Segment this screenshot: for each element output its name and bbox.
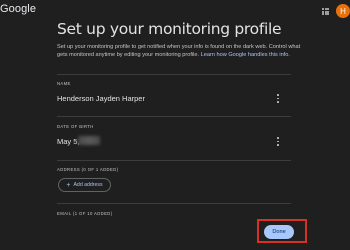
page-title: Set up your monitoring profile — [57, 20, 282, 38]
dob-more-icon[interactable] — [275, 137, 281, 146]
add-address-button[interactable]: + Add address — [58, 178, 111, 192]
apps-grid-icon[interactable] — [322, 8, 329, 15]
divider — [57, 74, 291, 75]
divider — [57, 160, 291, 161]
done-button[interactable]: Done — [264, 225, 294, 239]
avatar[interactable]: H — [336, 4, 350, 18]
address-label: ADDRESS (0 OF 1 ADDED) — [57, 167, 119, 172]
dob-label: DATE OF BIRTH — [57, 124, 94, 129]
intro-text: Set up your monitoring profile to get no… — [57, 43, 312, 59]
dob-value: May 5, — [57, 137, 80, 146]
redacted-blur — [78, 136, 100, 145]
google-logo: Google — [0, 3, 37, 15]
name-more-icon[interactable] — [275, 94, 281, 103]
learn-more-link[interactable]: Learn how Google handles this info. — [201, 52, 290, 58]
name-value: Henderson Jayden Harper — [57, 94, 145, 103]
divider — [57, 116, 291, 117]
email-label: EMAIL (1 OF 10 ADDED) — [57, 211, 113, 216]
add-address-label: Add address — [73, 182, 103, 188]
divider — [57, 203, 291, 204]
plus-icon: + — [66, 181, 71, 189]
name-label: NAME — [57, 81, 71, 86]
